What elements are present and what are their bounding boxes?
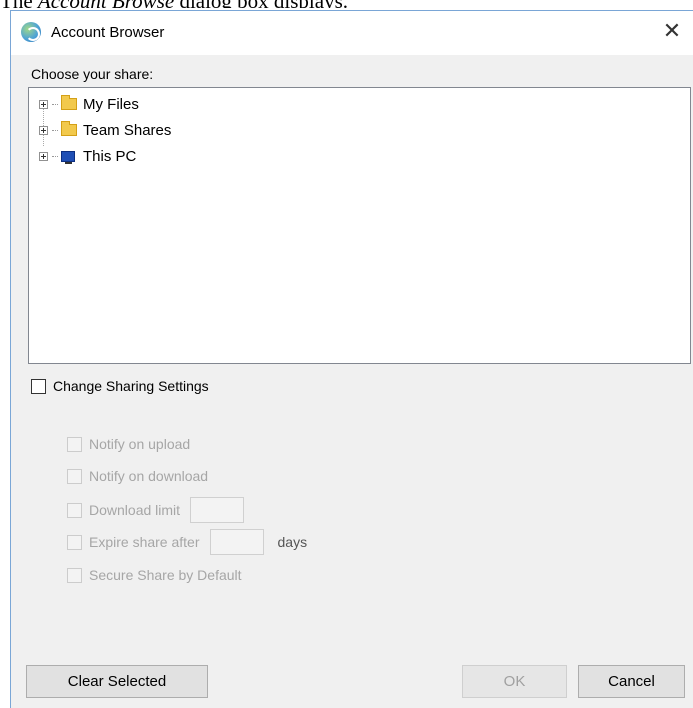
expire-share-row: Expire share after days bbox=[67, 529, 307, 555]
download-limit-row: Download limit bbox=[67, 497, 245, 523]
folder-icon bbox=[61, 95, 77, 110]
caption-suffix: dialog box displays. bbox=[174, 0, 348, 8]
notify-upload-row: Notify on upload bbox=[67, 436, 190, 452]
choose-share-label: Choose your share: bbox=[31, 66, 154, 82]
caption-text: The Account Browse dialog box displays. bbox=[0, 0, 693, 8]
secure-share-checkbox[interactable] bbox=[67, 567, 82, 583]
notify-upload-label: Notify on upload bbox=[89, 436, 191, 452]
caption-prefix: The bbox=[0, 0, 38, 8]
notify-download-label: Notify on download bbox=[89, 468, 209, 484]
account-browser-dialog: Account Browser ✕ Choose your share: My … bbox=[10, 10, 693, 708]
folder-icon bbox=[61, 121, 77, 136]
download-limit-input[interactable] bbox=[190, 497, 245, 523]
expire-days-input[interactable] bbox=[209, 529, 264, 555]
tree-item-label: This PC bbox=[83, 147, 137, 165]
tree-item-label: My Files bbox=[83, 95, 139, 113]
secure-share-row: Secure Share by Default bbox=[67, 567, 242, 583]
expand-icon[interactable] bbox=[39, 125, 48, 135]
tree-item-my-files[interactable]: My Files bbox=[39, 94, 139, 114]
title-bar: Account Browser ✕ bbox=[11, 11, 693, 55]
expire-share-checkbox[interactable] bbox=[67, 534, 82, 550]
caption-italic: Account Browse bbox=[38, 0, 174, 8]
close-button[interactable]: ✕ bbox=[650, 11, 693, 55]
notify-download-checkbox[interactable] bbox=[67, 468, 82, 484]
download-limit-checkbox[interactable] bbox=[67, 502, 82, 518]
tree-dots bbox=[52, 155, 58, 157]
change-sharing-label: Change Sharing Settings bbox=[53, 378, 209, 394]
share-tree[interactable]: My Files Team Shares This PC bbox=[28, 87, 691, 364]
expand-icon[interactable] bbox=[39, 151, 48, 161]
days-label: days bbox=[277, 534, 308, 550]
notify-download-row: Notify on download bbox=[67, 468, 208, 484]
tree-dots bbox=[52, 103, 58, 105]
download-limit-label: Download limit bbox=[89, 502, 181, 518]
computer-icon bbox=[61, 150, 75, 164]
tree-dots bbox=[52, 129, 58, 131]
window-title: Account Browser bbox=[51, 24, 165, 41]
tree-item-team-shares[interactable]: Team Shares bbox=[39, 120, 171, 140]
notify-upload-checkbox[interactable] bbox=[67, 436, 82, 452]
expire-share-label: Expire share after bbox=[89, 534, 200, 550]
app-sync-icon bbox=[21, 22, 41, 42]
secure-share-label: Secure Share by Default bbox=[89, 567, 242, 583]
change-sharing-row[interactable]: Change Sharing Settings bbox=[31, 378, 209, 394]
tree-item-this-pc[interactable]: This PC bbox=[39, 146, 136, 166]
clear-selected-button[interactable]: Clear Selected bbox=[26, 665, 208, 698]
cancel-button[interactable]: Cancel bbox=[578, 665, 685, 698]
expand-icon[interactable] bbox=[39, 99, 48, 109]
change-sharing-checkbox[interactable] bbox=[31, 378, 46, 394]
ok-button[interactable]: OK bbox=[462, 665, 567, 698]
tree-item-label: Team Shares bbox=[83, 121, 172, 139]
